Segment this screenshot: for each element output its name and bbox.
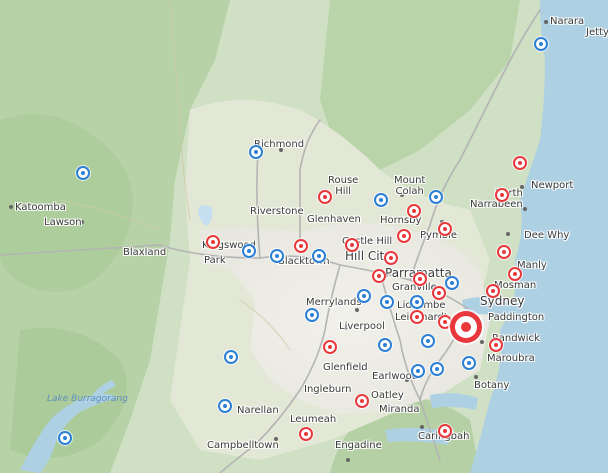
map-marker-blue[interactable] (432, 364, 442, 374)
map-marker-blue[interactable] (60, 433, 70, 443)
map-marker-blue[interactable] (447, 278, 457, 288)
map-marker-blue[interactable] (251, 147, 261, 157)
map-marker-red[interactable] (347, 240, 357, 250)
label-earlwood: Earlwood (372, 371, 419, 382)
label-maroubra: Maroubra (487, 353, 535, 364)
label-miranda: Miranda (379, 404, 420, 415)
map-marker-blue[interactable] (244, 246, 254, 256)
map-marker-red[interactable] (296, 241, 306, 251)
map-marker-blue[interactable] (382, 297, 392, 307)
label-engadine: Engadine (335, 440, 382, 451)
place-dot (480, 340, 484, 344)
label-lake-burragorang: Lake Burragorang (47, 394, 128, 404)
label-dee-why: Dee Why (524, 230, 570, 241)
map-marker-red[interactable] (415, 274, 425, 284)
map-marker-blue[interactable] (431, 192, 441, 202)
map-marker-red[interactable] (357, 396, 367, 406)
label-merrylands: Merrylands (306, 297, 362, 308)
map-marker-red[interactable] (434, 288, 444, 298)
map-marker-blue[interactable] (307, 310, 317, 320)
label-newport: Newport (531, 180, 574, 191)
map-marker-red[interactable] (320, 192, 330, 202)
label-leumeah: Leumeah (290, 414, 337, 425)
label-rouse-hill: Rouse Hill (328, 175, 359, 197)
place-dot (544, 20, 548, 24)
map-marker-red[interactable] (399, 231, 409, 241)
label-narara: Narara (550, 16, 585, 27)
label-oatley: Oatley (371, 390, 404, 401)
label-mount-colah: Mount Colah (394, 175, 426, 197)
map-marker-blue[interactable] (226, 352, 236, 362)
map-marker-blue[interactable] (272, 251, 282, 261)
map-marker-blue[interactable] (423, 336, 433, 346)
map-marker-red[interactable] (497, 190, 507, 200)
map-marker-blue[interactable] (376, 195, 386, 205)
label-narellan: Narellan (237, 405, 279, 416)
map-marker-blue[interactable] (413, 366, 423, 376)
place-dot (420, 425, 424, 429)
map-marker-red[interactable] (325, 342, 335, 352)
label-richmond: Richmond (254, 139, 305, 150)
map-marker-blue[interactable] (412, 297, 422, 307)
map-marker-blue[interactable] (536, 39, 546, 49)
map-marker-red[interactable] (440, 224, 450, 234)
map-marker-blue[interactable] (78, 168, 88, 178)
place-dot (523, 207, 527, 211)
map-marker-red[interactable] (515, 158, 525, 168)
label-park: Park (204, 255, 226, 266)
map-marker-blue[interactable] (380, 340, 390, 350)
place-dot (346, 458, 350, 462)
label-campbelltown: Campbelltown (207, 440, 279, 451)
map-marker-red[interactable] (409, 206, 419, 216)
label-glenfield: Glenfield (323, 362, 368, 373)
map-marker-red[interactable] (510, 269, 520, 279)
label-ingleburn: Ingleburn (304, 384, 352, 395)
map-marker-red[interactable] (488, 286, 498, 296)
label-hill-city: Hill City (345, 249, 392, 263)
label-katoomba: Katoomba (15, 202, 66, 213)
label-lawson: Lawson (44, 217, 82, 228)
label-riverstone: Riverstone (250, 206, 304, 217)
label-sydney: Sydney (480, 294, 525, 308)
map-marker-blue[interactable] (314, 251, 324, 261)
map-marker-red[interactable] (412, 312, 422, 322)
label-north-narrabeen: North Narrabeen (470, 188, 523, 210)
label-botany: Botany (474, 380, 510, 391)
place-dot (506, 232, 510, 236)
label-manly: Manly (517, 260, 547, 271)
label-paddington: Paddington (488, 312, 545, 323)
map-marker-blue[interactable] (220, 401, 230, 411)
label-blaxland: Blaxland (123, 247, 167, 258)
label-glenhaven: Glenhaven (307, 214, 361, 225)
label-mosman: Mosman (494, 280, 537, 291)
map-marker-red[interactable] (440, 426, 450, 436)
label-pymble: Pymble (420, 230, 457, 241)
map-marker-blue[interactable] (359, 291, 369, 301)
map-marker-red[interactable] (301, 429, 311, 439)
map-marker-red[interactable] (491, 340, 501, 350)
map-marker-red[interactable] (386, 253, 396, 263)
map-marker-red[interactable] (208, 237, 218, 247)
label-hornsby: Hornsby (380, 215, 422, 226)
label-granville: Granville (392, 282, 437, 293)
place-dot (9, 205, 13, 209)
map-marker-red[interactable] (499, 247, 509, 257)
label-liverpool: Liverpool (339, 321, 385, 332)
map-marker-red[interactable] (440, 317, 450, 327)
place-dot (474, 375, 478, 379)
map-marker-blue[interactable] (464, 358, 474, 368)
place-dot (355, 308, 359, 312)
label-jetty: Jetty (586, 27, 608, 38)
map-marker-red[interactable] (374, 271, 384, 281)
map-view[interactable]: Narara Jetty Richmond Katoomba Lawson Ro… (0, 0, 608, 473)
map-marker-red[interactable] (455, 316, 477, 338)
